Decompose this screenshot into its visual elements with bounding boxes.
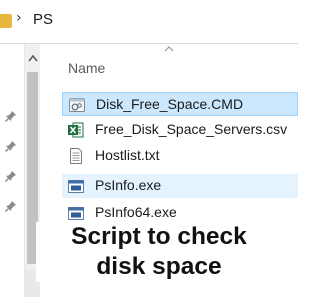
column-header-name[interactable]: Name: [68, 60, 105, 76]
file-name: PsInfo.exe: [95, 177, 162, 193]
address-bar[interactable]: › PS: [0, 0, 298, 44]
navigation-pane[interactable]: [0, 44, 24, 297]
breadcrumb-ps[interactable]: PS: [33, 11, 53, 28]
sort-chevron-up-icon[interactable]: [164, 46, 174, 52]
pin-icon[interactable]: [5, 200, 17, 212]
exe-app-icon: [68, 207, 84, 220]
cmd-script-icon: [69, 98, 85, 112]
caption-line-2: disk space: [96, 253, 222, 280]
file-row[interactable]: Disk_Free_Space.CMD: [62, 92, 298, 116]
overlay-caption: Script to check disk space: [36, 222, 282, 282]
text-file-icon: [70, 148, 82, 164]
file-row[interactable]: Free_Disk_Space_Servers.csv: [62, 118, 298, 142]
file-row[interactable]: Hostlist.txt: [62, 144, 298, 168]
chevron-right-icon[interactable]: ›: [16, 10, 22, 26]
pin-icon[interactable]: [5, 170, 17, 182]
file-row[interactable]: PsInfo.exe: [62, 174, 298, 198]
scroll-up-arrow-icon[interactable]: [28, 54, 38, 62]
file-name: Hostlist.txt: [95, 147, 160, 163]
caption-line-1: Script to check: [71, 223, 247, 250]
pin-icon[interactable]: [5, 140, 17, 152]
pin-icon[interactable]: [5, 110, 17, 122]
folder-icon: [0, 14, 12, 28]
excel-csv-icon: [68, 122, 84, 138]
file-name: Disk_Free_Space.CMD: [96, 96, 244, 112]
exe-app-icon: [68, 180, 84, 193]
file-name: Free_Disk_Space_Servers.csv: [95, 121, 288, 137]
file-name: PsInfo64.exe: [95, 204, 177, 220]
